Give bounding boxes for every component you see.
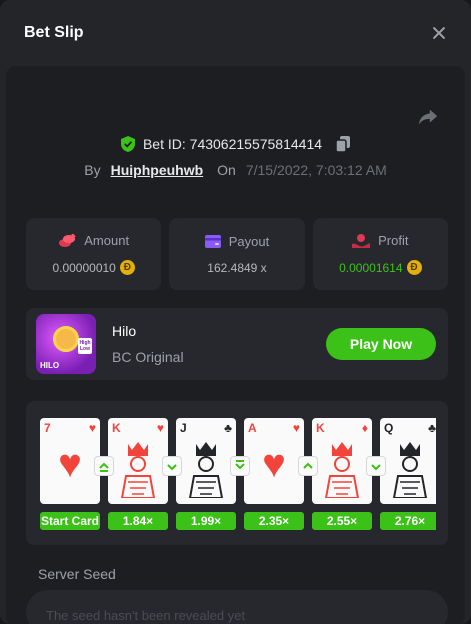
lower-icon: [162, 456, 182, 476]
modal-header: Bet Slip: [0, 0, 471, 66]
card-slot: A ♥ ♥ 2.35×: [244, 418, 304, 533]
stat-profit: Profit 0.00001614 Đ: [312, 218, 448, 290]
card-suit: ♥: [88, 421, 96, 435]
playing-card: A ♥ ♥: [244, 418, 304, 504]
lower-or-same-icon: [230, 456, 250, 476]
face-card-icon: [116, 438, 160, 499]
stat-label-payout: Payout: [228, 233, 270, 249]
server-seed-label: Server Seed: [38, 566, 116, 582]
face-card-icon: [320, 438, 364, 499]
face-card-icon: [388, 438, 432, 499]
card-multiplier: 1.84×: [108, 512, 168, 530]
bet-id: Bet ID: 74306215575814414: [142, 136, 323, 152]
hilo-game-thumbnail[interactable]: High Low HILO: [36, 314, 96, 374]
player-username-link[interactable]: Huiphpeuhwb: [111, 162, 204, 178]
cards-history: 7 ♥ ♥ Start Card K ♥ 1.84× J ♣ 1.99× A ♥ ♥ 2.35× K ♦ 2.5…: [26, 401, 448, 545]
bet-details-panel: Bet ID: 74306215575814414 By Huiphpeuhwb…: [6, 66, 465, 624]
server-seed-field[interactable]: The seed hasn't been revealed yet: [26, 590, 448, 624]
mascot-icon: [53, 326, 79, 352]
high-low-icon: High Low: [78, 338, 92, 354]
card-slot: Q ♣ 2.76×: [380, 418, 436, 533]
stat-value-payout: 162.4849 x: [207, 260, 267, 275]
bet-slip-modal: Bet Slip Bet ID: 74306215575814414 By Hu…: [0, 0, 471, 624]
card-slot: K ♥ 1.84×: [108, 418, 168, 533]
close-icon[interactable]: [429, 23, 449, 43]
stat-label-amount: Amount: [84, 233, 130, 248]
card-slot: J ♣ 1.99×: [176, 418, 236, 533]
stat-label-profit: Profit: [378, 233, 409, 248]
game-name: Hilo: [112, 323, 137, 339]
card-slot: 7 ♥ ♥ Start Card: [40, 418, 100, 533]
card-suit-pip: ♥: [262, 442, 286, 486]
playing-card: Q ♣: [380, 418, 436, 504]
share-icon[interactable]: [417, 106, 439, 128]
game-info-row: High Low HILO Hilo BC Original Play Now: [26, 308, 448, 380]
card-suit-pip: ♥: [58, 442, 82, 486]
bet-id-row: Bet ID: 74306215575814414: [6, 136, 465, 152]
higher-or-same-icon: [94, 456, 114, 476]
doge-coin-icon: Đ: [119, 260, 135, 275]
cards-strip[interactable]: 7 ♥ ♥ Start Card K ♥ 1.84× J ♣ 1.99× A ♥ ♥ 2.35× K ♦ 2.5…: [40, 418, 436, 533]
bet-meta-row: By Huiphpeuhwb On 7/15/2022, 7:03:12 AM: [6, 162, 465, 178]
bet-timestamp: 7/15/2022, 7:03:12 AM: [245, 162, 387, 178]
playing-card: K ♦: [312, 418, 372, 504]
wallet-icon: [204, 234, 221, 248]
by-label: By: [84, 162, 101, 178]
card-rank: J: [180, 421, 187, 435]
card-rank: A: [248, 421, 257, 435]
playing-card: 7 ♥ ♥: [40, 418, 100, 504]
card-rank: K: [316, 421, 325, 435]
stat-value-amount: 0.00000010: [52, 260, 116, 275]
thumbnail-game-label: HILO: [40, 361, 60, 370]
card-multiplier: 2.35×: [244, 512, 304, 530]
lower-icon: [366, 456, 386, 476]
on-label: On: [217, 162, 236, 178]
card-suit: ♦: [361, 421, 368, 435]
card-multiplier: 1.99×: [176, 512, 236, 530]
higher-icon: [298, 456, 318, 476]
playing-card: J ♣: [176, 418, 236, 504]
modal-title: Bet Slip: [24, 24, 84, 41]
play-now-button[interactable]: Play Now: [326, 328, 436, 360]
doge-coin-icon: Đ: [406, 260, 422, 275]
card-suit: ♥: [292, 421, 300, 435]
card-multiplier: 2.76×: [380, 512, 436, 530]
stat-payout: Payout 162.4849 x: [169, 218, 305, 290]
face-card-icon: [184, 438, 228, 499]
card-suit: ♣: [224, 421, 232, 435]
card-slot: K ♦ 2.55×: [312, 418, 372, 533]
playing-card: K ♥: [108, 418, 168, 504]
stat-amount: Amount 0.00000010 Đ: [26, 218, 162, 290]
card-suit: ♥: [156, 421, 164, 435]
bet-stats: Amount 0.00000010 Đ Payout 162.4849 x Pr…: [26, 218, 448, 290]
card-rank: 7: [44, 421, 51, 435]
coins-icon: [59, 233, 76, 247]
card-suit: ♣: [428, 421, 436, 435]
copy-icon[interactable]: [336, 136, 351, 152]
card-multiplier: 2.55×: [312, 512, 372, 530]
profit-icon: [352, 233, 371, 248]
card-rank: K: [112, 421, 121, 435]
stat-value-profit: 0.00001614: [339, 260, 403, 275]
card-multiplier: Start Card: [40, 512, 100, 530]
verified-shield-icon: [120, 136, 135, 152]
card-rank: Q: [384, 421, 394, 435]
game-category: BC Original: [112, 349, 184, 365]
